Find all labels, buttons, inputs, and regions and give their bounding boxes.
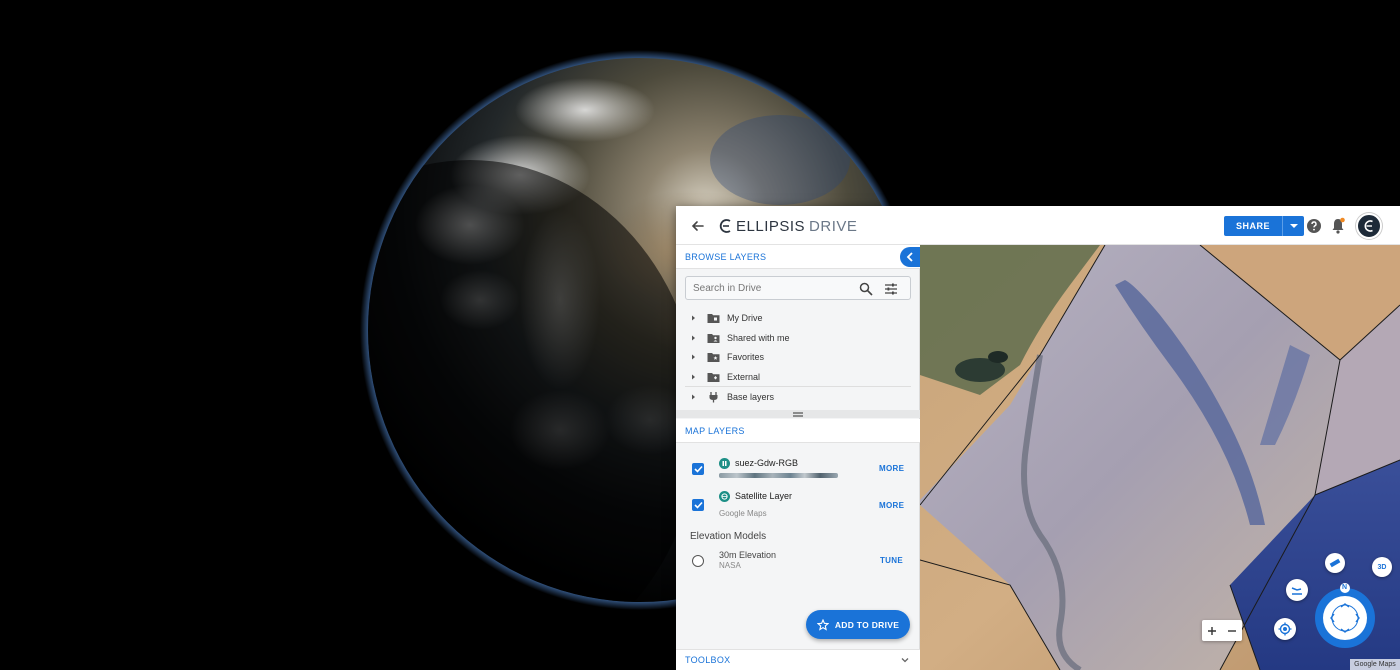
map-attribution: Google Maps	[1350, 659, 1400, 670]
layer-thumbnail-strip	[719, 473, 838, 478]
drag-handle-icon	[793, 411, 803, 417]
add-to-drive-button[interactable]: ADD TO DRIVE	[806, 610, 910, 639]
map-view[interactable]: 3D N Google Maps	[920, 245, 1400, 670]
tree-item-favorites[interactable]: Favorites	[685, 348, 911, 366]
elevation-layer-name: 30m Elevation	[719, 550, 777, 560]
filter-settings-icon[interactable]	[884, 282, 898, 296]
tree-item-my-drive[interactable]: My Drive	[685, 309, 911, 327]
ellipsis-drive-logo[interactable]: ELLIPSIS DRIVE	[718, 216, 857, 236]
tree-item-label: Shared with me	[727, 333, 790, 343]
minus-icon	[1228, 629, 1236, 632]
elevation-radio-button[interactable]	[692, 555, 704, 567]
chevron-down-icon[interactable]	[900, 655, 910, 665]
tree-item-base-layers[interactable]: Base layers	[685, 388, 911, 406]
tree-item-label: External	[727, 372, 761, 382]
caret-down-icon	[1289, 224, 1298, 228]
3d-view-label: 3D	[1377, 563, 1387, 571]
caret-right-icon[interactable]	[687, 391, 699, 403]
layer-name: Satellite Layer	[735, 491, 793, 501]
add-to-drive-label: ADD TO DRIVE	[834, 619, 900, 630]
layer-more-button[interactable]: MORE	[879, 464, 904, 473]
help-icon[interactable]	[1306, 218, 1322, 234]
star-outline-icon	[816, 618, 829, 631]
raster-layer-icon	[719, 458, 730, 469]
tree-item-label: Base layers	[727, 392, 775, 402]
elevation-tune-button[interactable]: TUNE	[880, 556, 903, 565]
browse-layers-header[interactable]: BROWSE LAYERS	[676, 245, 920, 269]
caret-right-icon[interactable]	[687, 351, 699, 363]
search-icon[interactable]	[859, 282, 873, 296]
toolbox-bar[interactable]: TOOLBOX	[676, 649, 920, 670]
plus-icon	[1208, 626, 1216, 635]
zoom-out-button[interactable]	[1225, 624, 1239, 638]
tree-item-external[interactable]: External	[685, 368, 911, 386]
external-folder-icon	[707, 373, 720, 382]
tree-item-shared-with-me[interactable]: Shared with me	[685, 329, 911, 347]
zoom-controls	[1202, 620, 1242, 641]
zoom-in-button[interactable]	[1205, 624, 1219, 638]
elevation-layer-source: NASA	[719, 561, 741, 570]
logo-text: ELLIPSIS	[736, 217, 806, 235]
checkmark-icon	[693, 501, 703, 509]
share-button-group: SHARE	[1224, 216, 1305, 236]
navigation-compass[interactable]	[1314, 583, 1376, 649]
search-box	[685, 276, 911, 300]
globe-layer-icon	[719, 491, 730, 502]
toolbox-label: TOOLBOX	[685, 655, 731, 665]
airplane-landing-icon	[1291, 587, 1302, 595]
panel-resize-handle[interactable]	[676, 410, 920, 418]
chevron-left-icon	[906, 252, 913, 262]
elevation-models-title: Elevation Models	[690, 531, 767, 542]
caret-right-icon[interactable]	[687, 332, 699, 344]
share-dropdown-button[interactable]	[1282, 216, 1305, 236]
fly-to-button[interactable]	[1286, 579, 1308, 601]
layer-source: Google Maps	[719, 509, 767, 518]
caret-right-icon[interactable]	[687, 371, 699, 383]
ellipsis-drive-window: ELLIPSIS DRIVE SHARE BROWSE LAYERS Searc…	[676, 206, 1400, 670]
map-layers-header[interactable]: MAP LAYERS	[676, 419, 920, 443]
notification-bell-icon[interactable]	[1330, 217, 1346, 235]
tree-item-label: Favorites	[727, 352, 765, 362]
divider	[685, 386, 911, 387]
compass-north-label: N	[1342, 584, 1348, 591]
avatar-e-icon	[1364, 220, 1373, 232]
screen: ELLIPSIS DRIVE SHARE BROWSE LAYERS Searc…	[0, 0, 1400, 670]
measure-ruler-button[interactable]	[1325, 553, 1345, 573]
layer-name: suez-Gdw-RGB	[735, 458, 799, 468]
layers-panel: BROWSE LAYERS My	[676, 245, 920, 670]
caret-right-icon[interactable]	[687, 312, 699, 324]
back-arrow-icon[interactable]	[688, 216, 708, 236]
layer-visibility-checkbox[interactable]	[692, 463, 704, 475]
layer-more-button[interactable]: MORE	[879, 501, 904, 510]
folder-icon	[707, 314, 720, 323]
shared-folder-icon	[707, 334, 720, 343]
favorites-folder-icon	[707, 353, 720, 362]
layer-visibility-checkbox[interactable]	[692, 499, 704, 511]
user-avatar[interactable]	[1356, 213, 1382, 239]
collapse-panel-button[interactable]	[900, 247, 920, 267]
crosshair-icon	[1278, 622, 1292, 636]
3d-view-button[interactable]: 3D	[1372, 557, 1392, 577]
logo-subtext: DRIVE	[809, 217, 858, 235]
locate-me-button[interactable]	[1274, 618, 1296, 640]
top-bar: ELLIPSIS DRIVE SHARE	[676, 206, 1400, 245]
checkmark-icon	[693, 465, 703, 473]
search-input[interactable]	[693, 280, 853, 296]
plug-icon	[709, 392, 718, 403]
ellipsis-logo-icon	[719, 219, 731, 233]
share-button[interactable]: SHARE	[1224, 216, 1283, 236]
ruler-icon	[1329, 558, 1341, 568]
tree-item-label: My Drive	[727, 313, 763, 323]
